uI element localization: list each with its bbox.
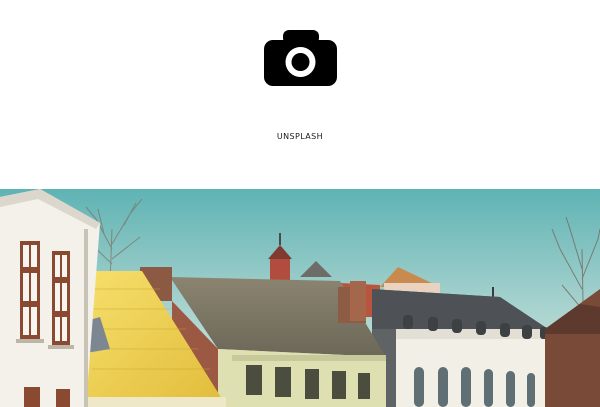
camera-icon[interactable] bbox=[264, 30, 337, 86]
site-header: UNSPLASH bbox=[0, 0, 600, 189]
hero-photo-image bbox=[0, 189, 600, 407]
page: UNSPLASH bbox=[0, 0, 600, 407]
hero-photo bbox=[0, 189, 600, 407]
site-wordmark[interactable]: UNSPLASH bbox=[0, 132, 600, 141]
